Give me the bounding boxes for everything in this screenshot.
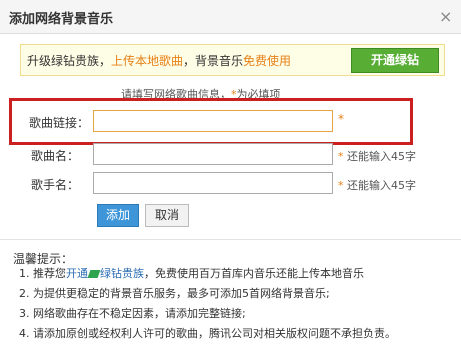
song-name-label: 歌曲名： xyxy=(31,149,80,163)
free-use-text: 免费使用 xyxy=(243,54,292,68)
tip-line-3: 3. 网络歌曲存在不稳定因素，请添加完整链接; xyxy=(19,307,246,320)
dialog-titlebar: 添加网络背景音乐 × xyxy=(0,0,461,34)
tip-1-suffix: ，免费使用百万首库内音乐还能上传本地音乐 xyxy=(144,267,364,280)
song-name-note-text: 还能输入45字 xyxy=(347,150,416,163)
song-name-note: * 还能输入45字 xyxy=(338,148,416,164)
tip-line-4: 4. 请添加原创或经权利人许可的歌曲，腾讯公司对相关版权问题不承担负责。 xyxy=(19,327,396,340)
add-button[interactable]: 添加 xyxy=(97,204,139,227)
upload-local-link[interactable]: 上传本地歌曲 xyxy=(111,54,183,68)
cancel-button[interactable]: 取消 xyxy=(145,204,189,227)
singer-note-text: 还能输入45字 xyxy=(347,179,416,192)
close-icon[interactable]: × xyxy=(439,7,452,26)
green-diamond-icon xyxy=(87,270,101,278)
dialog-title: 添加网络背景音乐 xyxy=(9,12,114,27)
banner-text-prefix: 升级绿钻贵族， xyxy=(27,54,112,68)
tip-1-green-diamond-link[interactable]: 绿钻贵族 xyxy=(100,267,144,280)
upgrade-banner: 升级绿钻贵族，上传本地歌曲，背景音乐免费使用 开通绿钻 xyxy=(20,44,445,76)
singer-note-star: * xyxy=(338,179,344,192)
tip-1-open-link[interactable]: 开通 xyxy=(66,267,88,280)
add-music-dialog: 添加网络背景音乐 × 升级绿钻贵族，上传本地歌曲，背景音乐免费使用 开通绿钻 请… xyxy=(0,0,461,347)
banner-text: 升级绿钻贵族，上传本地歌曲，背景音乐免费使用 xyxy=(27,52,291,69)
singer-note: * 还能输入45字 xyxy=(338,177,416,193)
open-green-diamond-button[interactable]: 开通绿钻 xyxy=(351,48,439,73)
tip-1-prefix: 1. 推荐您 xyxy=(19,267,66,280)
divider xyxy=(0,239,461,240)
tip-line-1: 1. 推荐您开通 绿钻贵族，免费使用百万首库内音乐还能上传本地音乐 xyxy=(19,265,364,281)
song-name-note-star: * xyxy=(338,150,344,163)
song-name-input[interactable] xyxy=(93,143,333,165)
banner-text-mid: ，背景音乐 xyxy=(183,54,244,68)
singer-input[interactable] xyxy=(93,172,333,194)
tip-line-2: 2. 为提供更稳定的背景音乐服务，最多可添加5首网络背景音乐; xyxy=(19,287,330,300)
highlight-box xyxy=(9,98,413,145)
singer-label: 歌手名： xyxy=(31,178,80,192)
